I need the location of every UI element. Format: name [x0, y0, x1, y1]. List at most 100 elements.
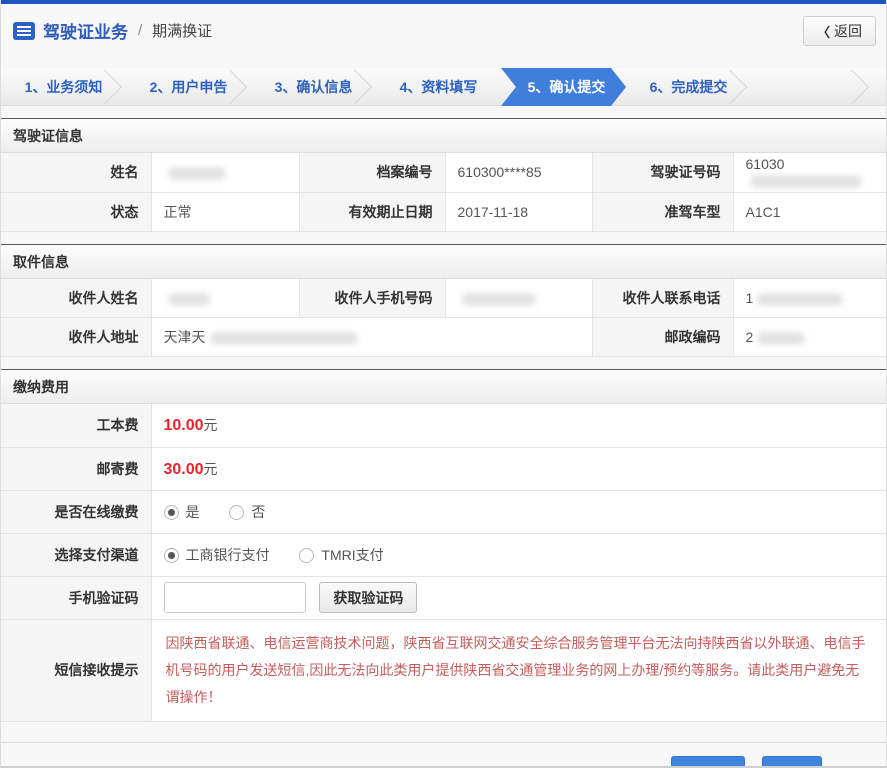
- online-pay-label: 是否在线缴费: [1, 490, 152, 534]
- back-button[interactable]: 〈 返回: [802, 16, 876, 46]
- sms-tip-cell: 因陕西省联通、电信运营商技术问题，陕西省互联网交通安全综合服务管理平台无法向持陕…: [150, 619, 886, 722]
- work-fee-label: 工本费: [1, 404, 152, 448]
- redacted-value: [757, 292, 844, 306]
- step-nav: 1、业务须知 2、用户申告 3、确认信息 4、资料填写 5、确认提交 6、完成提…: [1, 68, 886, 106]
- chevron-right-icon: [211, 69, 248, 105]
- work-fee-amount: 10.00: [163, 417, 204, 435]
- step-4-fill-data[interactable]: 4、资料填写: [376, 68, 501, 106]
- redacted-value: [461, 292, 536, 306]
- radio-channel-tmri-label[interactable]: TMRI支付: [321, 547, 383, 563]
- payment-fees-section: 缴纳费用 工本费 10.00元 邮寄费 30.00元 是否在线缴费 是 否 选择…: [1, 369, 886, 722]
- chevron-right-icon: [86, 69, 123, 105]
- mail-fee-unit: 元: [203, 460, 218, 477]
- step-6-complete-submit[interactable]: 6、完成提交: [626, 68, 751, 106]
- step-3-confirm-info[interactable]: 3、确认信息: [251, 68, 376, 106]
- recipient-address-value: 天津天: [150, 317, 593, 357]
- step-nav-tail: [751, 68, 886, 105]
- postcode-value: 2: [732, 317, 886, 357]
- redacted-value: [749, 175, 862, 189]
- postcode-prefix: 2: [745, 329, 754, 345]
- step-1-business-notice[interactable]: 1、业务须知: [1, 68, 126, 106]
- mail-fee-label: 邮寄费: [1, 447, 152, 491]
- file-no-label: 档案编号: [298, 153, 446, 193]
- chevron-right-icon: [336, 69, 373, 105]
- status-value: 正常: [150, 192, 300, 232]
- sms-tip-text: 因陕西省联通、电信运营商技术问题，陕西省互联网交通安全综合服务管理平台无法向持陕…: [165, 634, 866, 705]
- sms-tip-label: 短信接收提示: [1, 619, 152, 722]
- step-2-user-declaration[interactable]: 2、用户申告: [126, 68, 251, 106]
- redacted-value: [167, 292, 210, 306]
- vehicle-value: A1C1: [732, 192, 886, 232]
- page-title: 驾驶证业务: [43, 23, 128, 42]
- license-section-title: 驾驶证信息: [1, 118, 886, 153]
- table-row: 是否在线缴费 是 否: [1, 490, 886, 534]
- pay-channel-options: 工商银行支付 TMRI支付: [150, 533, 886, 577]
- recipient-phone-prefix: 1: [745, 289, 754, 306]
- sms-code-label: 手机验证码: [1, 576, 152, 620]
- radio-online-yes-label[interactable]: 是: [186, 504, 200, 520]
- page-header: 驾驶证业务 / 期满换证 〈 返回: [1, 4, 886, 56]
- radio-online-yes[interactable]: [163, 504, 179, 520]
- finish-button[interactable]: 完成: [762, 755, 822, 766]
- recipient-name-value: [150, 278, 300, 318]
- radio-channel-icbc[interactable]: [163, 547, 179, 563]
- expiry-value: 2017-11-18: [444, 192, 593, 232]
- file-no-value: 610300****85: [444, 153, 593, 193]
- radio-channel-tmri[interactable]: [299, 547, 315, 563]
- radio-online-no-label[interactable]: 否: [251, 504, 265, 520]
- pickup-section-title: 取件信息: [1, 243, 886, 279]
- radio-online-no[interactable]: [229, 504, 245, 520]
- pickup-info-section: 取件信息 收件人姓名 收件人手机号码 收件人联系电话 1 收件人地址 天津天 邮…: [1, 243, 886, 357]
- redacted-value: [167, 167, 226, 181]
- work-fee-value: 10.00元: [150, 404, 886, 448]
- recipient-name-label: 收件人姓名: [1, 278, 152, 318]
- sms-code-input[interactable]: [163, 582, 306, 613]
- recipient-address-label: 收件人地址: [1, 317, 152, 357]
- table-row: 状态 正常 有效期止日期 2017-11-18 准驾车型 A1C1: [1, 192, 886, 232]
- step-label: 4、资料填写: [399, 79, 478, 95]
- list-icon: [13, 21, 35, 40]
- sms-code-cell: 获取验证码: [150, 576, 886, 620]
- table-row: 选择支付渠道 工商银行支付 TMRI支付: [1, 533, 886, 577]
- license-no-value: 61030: [732, 153, 886, 193]
- chevron-left-icon: 〈: [816, 24, 830, 40]
- postcode-label: 邮政编码: [591, 317, 734, 357]
- table-row: 姓名 档案编号 610300****85 驾驶证号码 61030: [1, 153, 886, 193]
- recipient-mobile-value: [444, 278, 593, 318]
- breadcrumb: 驾驶证业务 / 期满换证: [13, 18, 874, 43]
- page-subtitle: 期满换证: [152, 23, 213, 40]
- chevron-right-icon: [833, 68, 870, 105]
- footer-actions: 上一步 完成: [1, 741, 886, 766]
- redacted-value: [757, 331, 806, 345]
- page: 驾驶证业务 / 期满换证 〈 返回 1、业务须知 2、用户申告 3、确认信息 4…: [0, 0, 887, 768]
- chevron-right-icon: [711, 69, 748, 105]
- step-label: 5、确认提交: [527, 79, 606, 95]
- fees-section-title: 缴纳费用: [1, 369, 886, 404]
- name-label: 姓名: [1, 153, 152, 193]
- table-row: 手机验证码 获取验证码: [1, 576, 886, 620]
- recipient-phone-value: 1: [732, 278, 886, 318]
- table-row: 收件人姓名 收件人手机号码 收件人联系电话 1: [1, 278, 886, 318]
- radio-channel-icbc-label[interactable]: 工商银行支付: [186, 547, 270, 563]
- expiry-label: 有效期止日期: [298, 192, 446, 232]
- license-info-section: 驾驶证信息 姓名 档案编号 610300****85 驾驶证号码 61030 状…: [1, 118, 886, 232]
- recipient-mobile-label: 收件人手机号码: [298, 278, 446, 318]
- vehicle-label: 准驾车型: [591, 192, 734, 232]
- license-no-label: 驾驶证号码: [591, 153, 734, 193]
- name-value: [150, 153, 300, 193]
- redacted-value: [209, 331, 358, 345]
- back-button-label: 返回: [834, 23, 862, 39]
- table-row: 收件人地址 天津天 邮政编码 2: [1, 317, 886, 357]
- get-sms-code-button[interactable]: 获取验证码: [319, 582, 418, 613]
- license-no-prefix: 61030: [745, 156, 785, 173]
- breadcrumb-separator: /: [138, 22, 143, 39]
- recipient-address-prefix: 天津天: [163, 329, 206, 345]
- work-fee-unit: 元: [203, 417, 218, 434]
- previous-step-button[interactable]: 上一步: [670, 755, 745, 766]
- table-row: 邮寄费 30.00元: [1, 447, 886, 491]
- online-pay-options: 是 否: [150, 490, 886, 534]
- pickup-info-table: 收件人姓名 收件人手机号码 收件人联系电话 1 收件人地址 天津天 邮政编码 2: [1, 278, 886, 357]
- fees-table: 工本费 10.00元 邮寄费 30.00元 是否在线缴费 是 否 选择支付渠道 …: [1, 404, 886, 722]
- step-5-confirm-submit-active[interactable]: 5、确认提交: [501, 68, 626, 106]
- mail-fee-amount: 30.00: [163, 460, 204, 478]
